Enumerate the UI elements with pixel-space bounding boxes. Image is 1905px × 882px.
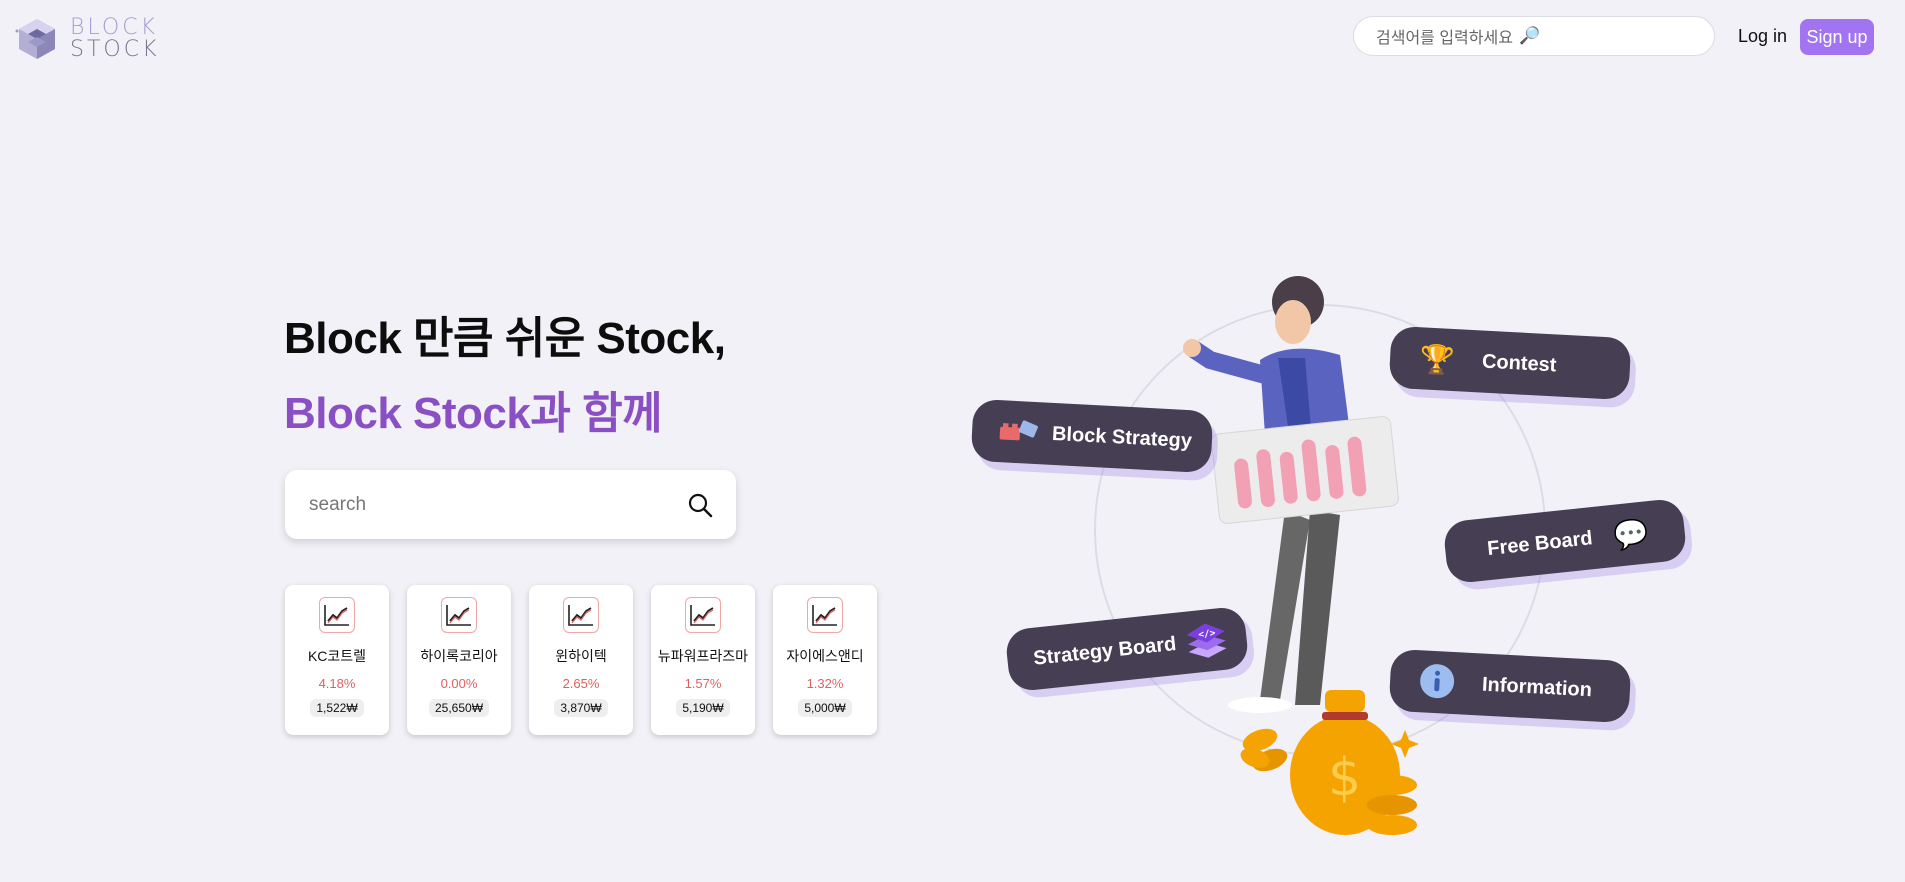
menu-free-board-label: Free Board	[1486, 526, 1594, 560]
hero-illustration: $ Block Strategy 🏆 Contest Free Board 💬 …	[960, 260, 1700, 860]
stock-price: 1,522₩	[310, 699, 364, 717]
stock-price: 5,190₩	[676, 699, 730, 717]
chart-trend-icon	[441, 597, 477, 633]
logo[interactable]: BLOCK STOCK	[14, 16, 160, 62]
login-link[interactable]: Log in	[1738, 26, 1787, 47]
info-bubble-icon	[1415, 660, 1459, 704]
search-icon[interactable]	[686, 491, 714, 519]
logo-cube-icon	[15, 19, 55, 59]
code-layers-icon: </>	[1184, 618, 1230, 664]
hero-title-line2: Block Stock과 함께	[284, 389, 663, 438]
stock-name: KC코트렐	[307, 648, 367, 664]
menu-block-strategy-label: Block Strategy	[1051, 422, 1193, 452]
chart-trend-icon	[319, 597, 355, 633]
stock-change: 1.57%	[684, 676, 722, 691]
logo-wordmark: BLOCK STOCK	[70, 17, 160, 61]
menu-contest[interactable]: 🏆 Contest	[1388, 325, 1632, 401]
main-search-input[interactable]	[307, 492, 671, 517]
stock-name: 자이에스앤디	[786, 648, 864, 664]
menu-block-strategy[interactable]: Block Strategy	[970, 398, 1214, 474]
main-search-box	[285, 470, 736, 539]
magnifier-icon: 🔎	[1518, 26, 1541, 45]
menu-contest-label: Contest	[1481, 350, 1557, 376]
stock-name: 윈하이텍	[555, 648, 607, 664]
stock-price: 5,000₩	[798, 699, 852, 717]
logo-line2: STOCK	[70, 37, 160, 62]
stock-name: 하이록코리아	[420, 648, 498, 664]
chart-trend-icon	[685, 597, 721, 633]
header-search-input[interactable]: 검색어를 입력하세요 🔎	[1353, 16, 1715, 56]
stock-price: 25,650₩	[428, 699, 490, 717]
stock-change: 1.32%	[806, 676, 844, 691]
svg-text:$: $	[1328, 748, 1361, 808]
block-pieces-icon	[997, 410, 1041, 454]
stock-name: 뉴파워프라즈마	[657, 648, 749, 664]
menu-information[interactable]: Information	[1388, 648, 1632, 724]
chart-trend-icon	[563, 597, 599, 633]
logo-line1: BLOCK	[70, 15, 158, 40]
trophy-icon: 🏆	[1418, 342, 1456, 376]
stock-card[interactable]: KC코트렐 4.18% 1,522₩	[285, 585, 389, 735]
svg-text:</>: </>	[1198, 628, 1217, 641]
stock-card[interactable]: 하이록코리아 0.00% 25,650₩	[407, 585, 511, 735]
stock-price: 3,870₩	[554, 699, 608, 717]
stock-card[interactable]: 뉴파워프라즈마 1.57% 5,190₩	[651, 585, 755, 735]
chart-trend-icon	[807, 597, 843, 633]
hero-title-line1: Block 만큼 쉬운 Stock,	[284, 314, 726, 363]
stock-change: 4.18%	[318, 676, 356, 691]
menu-strategy-board-label: Strategy Board	[1032, 632, 1178, 670]
stock-change: 0.00%	[440, 676, 478, 691]
menu-information-label: Information	[1481, 673, 1593, 701]
stock-change: 2.65%	[562, 676, 600, 691]
stock-card[interactable]: 자이에스앤디 1.32% 5,000₩	[773, 585, 877, 735]
stock-card-list: KC코트렐 4.18% 1,522₩ 하이록코리아 0.00% 25,650₩ …	[285, 585, 895, 735]
signup-button[interactable]: Sign up	[1800, 19, 1874, 55]
stock-card[interactable]: 윈하이텍 2.65% 3,870₩	[529, 585, 633, 735]
people-chat-icon: 💬	[1612, 516, 1651, 552]
header-search-placeholder: 검색어를 입력하세요	[1376, 30, 1513, 47]
